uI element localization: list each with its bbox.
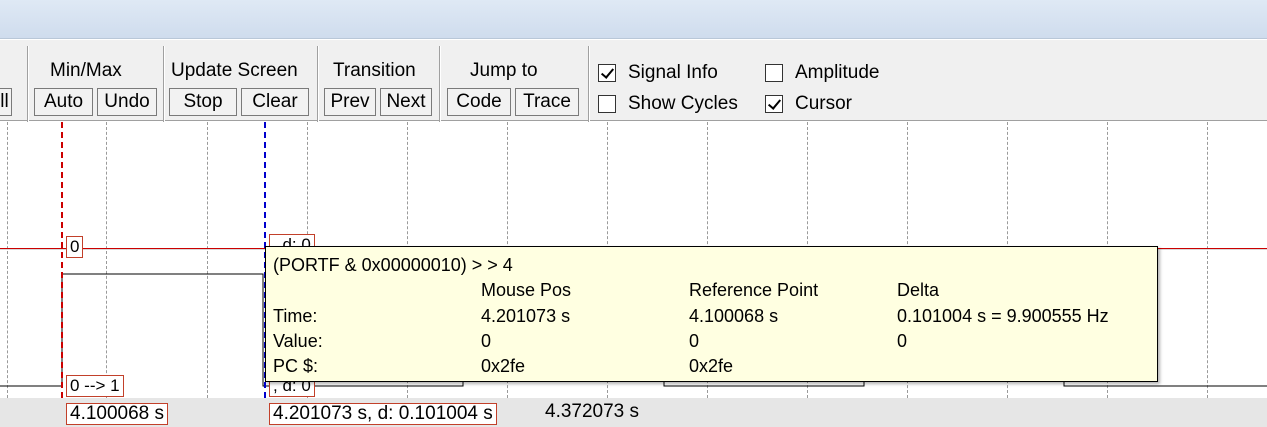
undo-button[interactable]: Undo [97,88,157,116]
auto-button[interactable]: Auto [34,88,93,116]
cursor-label: Cursor [795,93,853,114]
cursor-time-label: 4.201073 s, d: 0.101004 s [269,403,497,425]
tooltip-header-reference-point: Reference Point [689,280,819,300]
tooltip-pc-label: PC $: [273,356,319,376]
toolbar-separator [163,46,164,122]
tooltip-header-mouse-pos: Mouse Pos [481,280,572,300]
reference-point-marker[interactable] [61,122,63,398]
tooltip-time-mouse: 4.201073 s [481,306,571,326]
tooltip-expression: (PORTF & 0x00000010) > > 4 [273,255,513,275]
clear-button[interactable]: Clear [241,88,309,116]
tooltip-value-reference: 0 [689,331,700,351]
logic-analyzer-toolbar: ll Min/Max Auto Undo Update Screen Stop … [0,40,1267,122]
show-cycles-checkbox[interactable]: Show Cycles [598,93,738,115]
tooltip-pc-mouse: 0x2fe [481,356,526,376]
prev-transition-button[interactable]: Prev [324,88,376,116]
jump-to-group-title: Jump to [470,60,538,81]
tooltip-header-delta: Delta [897,280,940,300]
time-status-bar: 4.100068 s 4.201073 s, d: 0.101004 s 4.3… [0,398,1267,427]
cursor-checkbox-box[interactable] [765,95,783,113]
jump-trace-button[interactable]: Trace [515,88,579,116]
window-title-bar [0,0,1267,39]
toolbar-separator [317,46,318,122]
signal-info-label: Signal Info [628,62,718,83]
toolbar-separator [439,46,440,122]
tooltip-time-reference: 4.100068 s [689,306,779,326]
update-screen-group-title: Update Screen [171,60,298,81]
toolbar-separator [27,46,28,122]
jump-code-button[interactable]: Code [447,88,511,116]
amplitude-checkbox-box[interactable] [765,64,783,82]
show-cycles-label: Show Cycles [628,93,738,114]
amplitude-checkbox[interactable]: Amplitude [765,62,880,84]
tooltip-value-delta: 0 [897,331,908,351]
transition-group-title: Transition [333,60,416,81]
reference-time-label: 4.100068 s [66,403,169,425]
show-cycles-checkbox-box[interactable] [598,95,616,113]
tooltip-value-label: Value: [273,331,323,351]
tooltip-time-delta: 0.101004 s = 9.900555 Hz [897,306,1109,326]
tooltip-time-label: Time: [273,306,318,326]
next-transition-button[interactable]: Next [380,88,432,116]
tooltip-pc-reference: 0x2fe [689,356,734,376]
toolbar-separator [588,46,589,122]
end-time-label: 4.372073 s [545,401,640,422]
minmax-group-title: Min/Max [50,60,122,81]
level-marker-label: 0 [66,236,84,258]
tooltip-value-mouse: 0 [481,331,492,351]
amplitude-label: Amplitude [795,62,880,83]
transition-label: 0 --> 1 [66,375,124,397]
signal-info-checkbox-box[interactable] [598,64,616,82]
signal-info-tooltip: (PORTF & 0x00000010) > > 4 Mouse Pos Ref… [265,246,1158,382]
cursor-checkbox[interactable]: Cursor [765,93,852,115]
stop-button[interactable]: Stop [169,88,237,116]
signal-info-checkbox[interactable]: Signal Info [598,62,718,84]
all-button-partial[interactable]: ll [0,88,12,116]
